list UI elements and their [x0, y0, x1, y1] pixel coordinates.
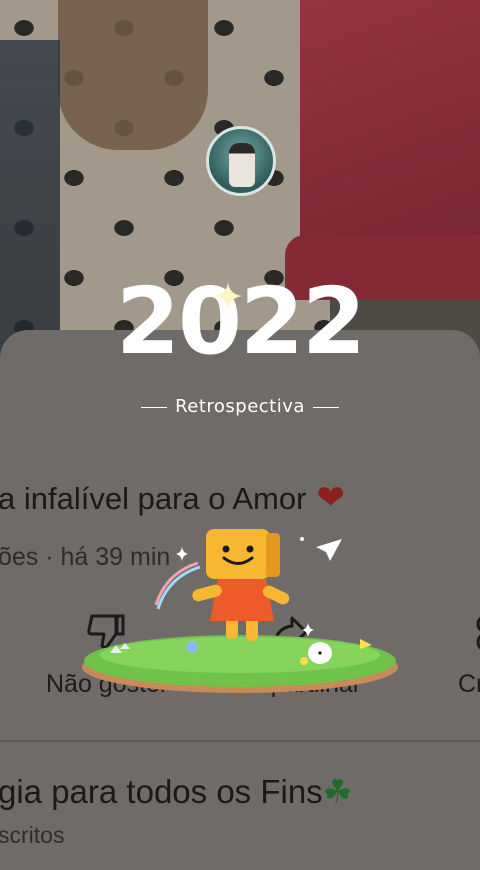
divider	[0, 740, 480, 742]
subtitle-line-left	[141, 406, 168, 408]
create-button[interactable]: Cr	[458, 612, 480, 699]
retrospective-subtitle: Retrospectiva	[0, 396, 480, 417]
mascot-eye-left	[222, 545, 230, 553]
subtitle-line-right	[312, 406, 339, 408]
paper-plane-icon	[316, 539, 342, 561]
video-title[interactable]: a infalível para o Amor ❤	[0, 478, 345, 518]
create-label: Cr	[458, 670, 480, 698]
mascot-head	[206, 529, 270, 579]
profile-avatar[interactable]	[206, 126, 276, 196]
mascot-body	[210, 579, 274, 621]
video-title-text: a infalível para o Amor	[0, 481, 307, 516]
next-video-title[interactable]: gia para todos os Fins☘	[0, 772, 352, 811]
mascot-illustration	[82, 529, 398, 693]
next-video-meta: scritos	[0, 822, 65, 848]
flower	[186, 641, 198, 653]
retrospective-label: Retrospectiva	[175, 396, 305, 417]
next-video-title-text: gia para todos os Fins	[0, 773, 323, 810]
clover-icon: ☘	[322, 773, 353, 810]
create-icon	[476, 616, 480, 650]
sparkle-small-icon	[176, 547, 188, 561]
heart-icon: ❤	[316, 479, 345, 517]
mascot-eye-right	[246, 545, 254, 553]
grass-highlight	[100, 637, 380, 673]
avatar-figure	[229, 143, 255, 187]
sparkle-icon	[214, 282, 242, 310]
